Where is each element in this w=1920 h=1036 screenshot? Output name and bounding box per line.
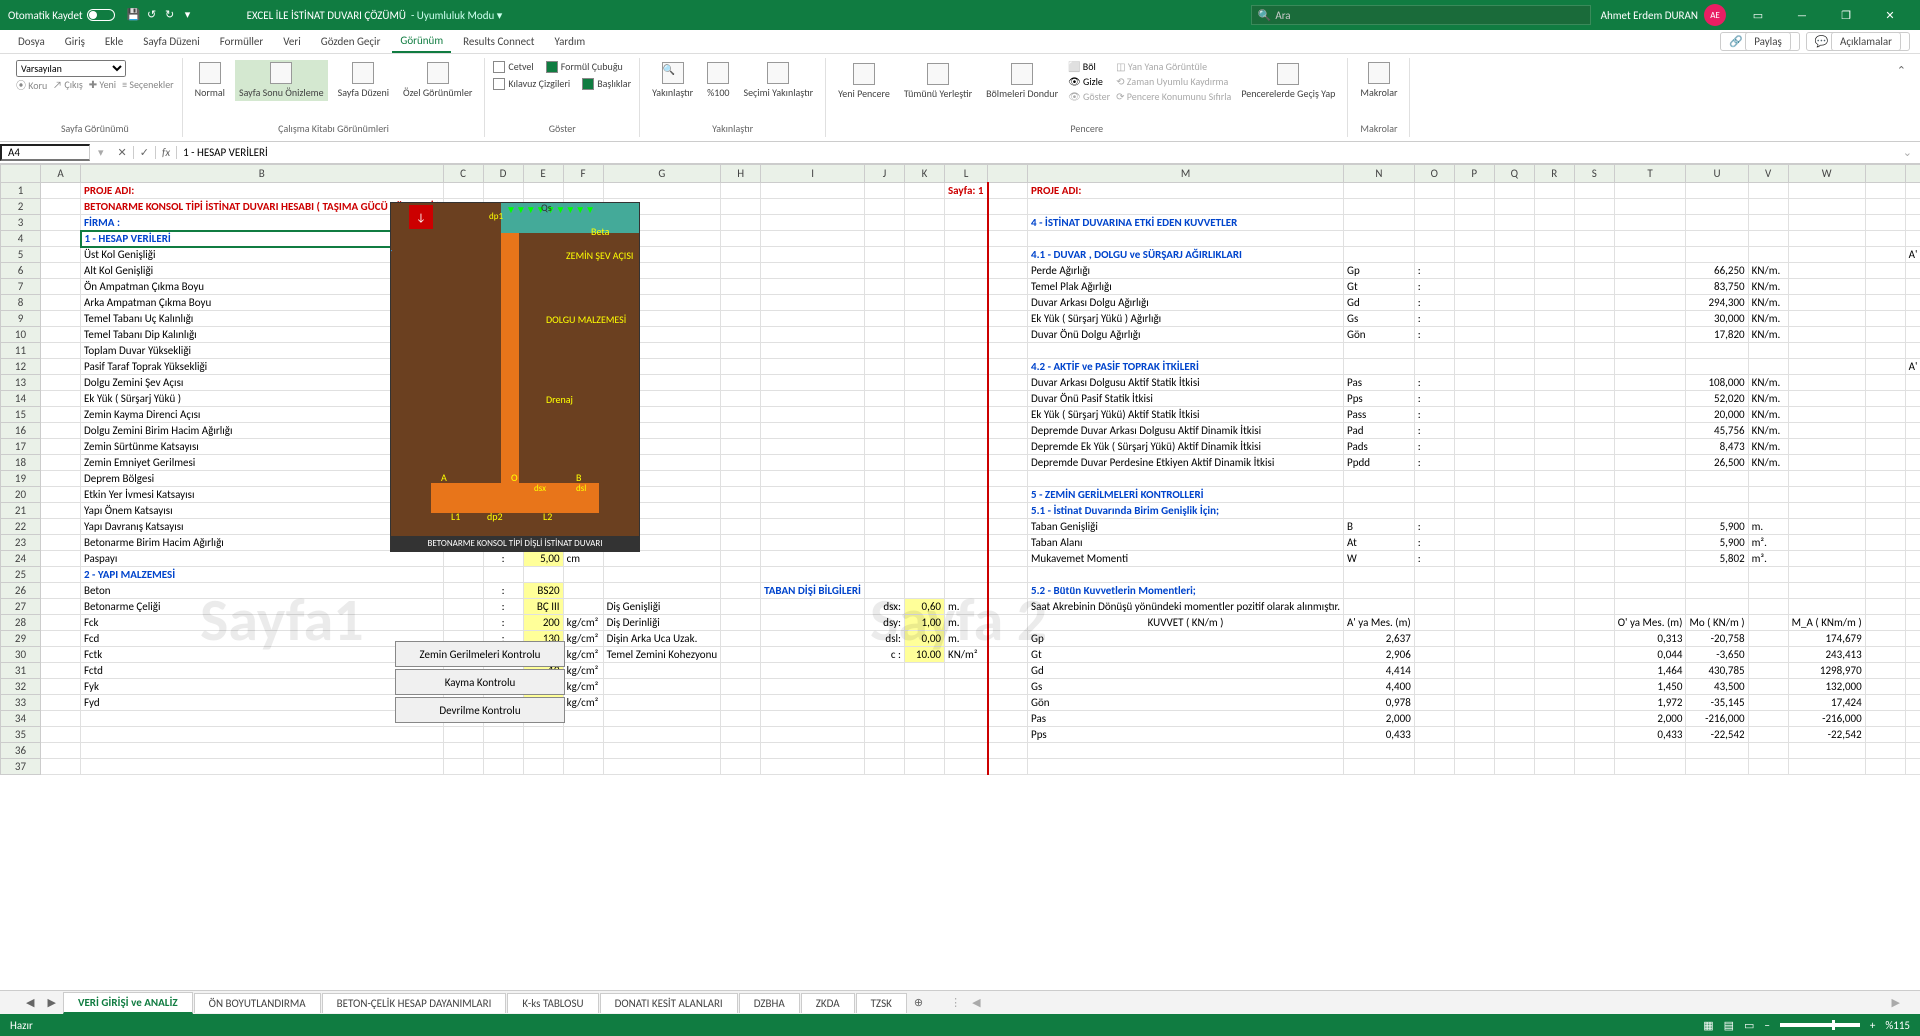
zoom-button[interactable]: 🔍Yakınlaştır (648, 60, 697, 101)
sheet-view-dd[interactable]: Varsayılan (16, 60, 126, 77)
title-bar: Otomatik Kaydet 💾↺↻▾ EXCEL İLE İSTİNAT D… (0, 0, 1920, 30)
view-normal-icon[interactable]: ▦ (1703, 1019, 1713, 1032)
comments-button[interactable]: 💬 Açıklamalar (1806, 32, 1910, 51)
tab-veri-girisi[interactable]: VERİ GİRİŞİ ve ANALİZ (63, 992, 193, 1014)
search-icon: 🔍 (1258, 9, 1272, 22)
avatar: AE (1704, 4, 1726, 26)
zoom-level[interactable]: %115 (1885, 1019, 1910, 1032)
quick-access[interactable]: 💾↺↻▾ (125, 6, 197, 24)
zoom-selection-button[interactable]: Seçimi Yakınlaştır (739, 60, 817, 101)
collapse-ribbon-icon[interactable]: ⌃ (1891, 58, 1912, 137)
freeze-panes-button[interactable]: Bölmeleri Dondur (982, 61, 1062, 102)
page-layout-button[interactable]: Sayfa Düzeni (334, 60, 393, 101)
menu-ekle[interactable]: Ekle (97, 31, 131, 52)
custom-views-button[interactable]: Özel Görünümler (399, 60, 476, 101)
menu-yardim[interactable]: Yardım (546, 31, 593, 52)
view-break-icon[interactable]: ▭ (1744, 1019, 1754, 1032)
window-controls[interactable]: ▭—❐✕ (1736, 0, 1912, 30)
tab-kks[interactable]: K-ks TABLOSU (507, 993, 598, 1013)
close-icon: ✕ (1868, 0, 1912, 30)
formula-input[interactable]: 1 - HESAP VERİLERİ (177, 146, 1895, 159)
menu-gozden-gecir[interactable]: Gözden Geçir (313, 31, 389, 52)
menu-gorunum[interactable]: Görünüm (392, 30, 451, 53)
formula-bar: ▾ ✕ ✓ fx 1 - HESAP VERİLERİ ⌄ (0, 142, 1920, 164)
menu-veri[interactable]: Veri (275, 31, 309, 52)
view-page-icon[interactable]: ▤ (1724, 1019, 1734, 1032)
ribbon-mode-icon: ▭ (1736, 0, 1780, 30)
status-bar: Hazır ▦ ▤ ▭ − + %115 (0, 1014, 1920, 1036)
document-title: EXCEL İLE İSTİNAT DUVARI ÇÖZÜMÜ - Uyumlu… (207, 9, 1241, 22)
tab-tzsk[interactable]: TZSK (856, 993, 907, 1013)
wall-diagram: ▼▼▼▼▼▼▼▼▼ Qs Beta ZEMİN ŞEV AÇISI DOLGU … (390, 202, 640, 552)
tab-donati[interactable]: DONATI KESİT ALANLARI (600, 993, 738, 1013)
name-box[interactable] (0, 144, 90, 161)
page-break-button[interactable]: Sayfa Sonu Önizleme (235, 60, 328, 101)
autosave-toggle[interactable]: Otomatik Kaydet (8, 9, 115, 22)
new-window-button[interactable]: Yeni Pencere (834, 61, 894, 102)
maximize-icon: ❐ (1824, 0, 1868, 30)
user-account[interactable]: Ahmet Erdem DURAN AE (1601, 4, 1726, 26)
sheet-tabs: ◀ ▶ VERİ GİRİŞİ ve ANALİZ ÖN BOYUTLANDIR… (0, 990, 1920, 1014)
zemin-button[interactable]: Zemin Gerilmeleri Kontrolu (395, 641, 565, 667)
save-icon: 💾 (125, 6, 143, 24)
tab-dzbha[interactable]: DZBHA (739, 993, 800, 1013)
menu-bar: Dosya Giriş Ekle Sayfa Düzeni Formüller … (0, 30, 1920, 54)
switch-windows-button[interactable]: Pencerelerde Geçiş Yap (1237, 61, 1339, 102)
worksheet[interactable]: Sayfa1 Sayfa 2 ABCDEFGHIJKLMNOPQRSTUVWXY… (0, 164, 1920, 990)
menu-sayfa-duzeni[interactable]: Sayfa Düzeni (135, 31, 207, 52)
tab-beton[interactable]: BETON-ÇELİK HESAP DAYANIMLARI (322, 993, 507, 1013)
search-box[interactable]: 🔍Ara (1251, 5, 1591, 25)
menu-giris[interactable]: Giriş (57, 31, 93, 52)
menu-formuller[interactable]: Formüller (212, 31, 271, 52)
control-buttons: Zemin Gerilmeleri Kontrolu Kayma Kontrol… (395, 639, 565, 725)
tab-on-boyut[interactable]: ÖN BOYUTLANDIRMA (194, 993, 321, 1013)
share-button[interactable]: 🔗 Paylaş (1720, 32, 1800, 51)
menu-dosya[interactable]: Dosya (10, 31, 53, 52)
macros-button[interactable]: Makrolar (1356, 60, 1401, 101)
zoom-out-icon[interactable]: − (1764, 1019, 1769, 1032)
cancel-icon[interactable]: ✕ (112, 146, 134, 159)
enter-icon[interactable]: ✓ (134, 146, 156, 159)
arrange-all-button[interactable]: Tümünü Yerleştir (900, 61, 976, 102)
zoom-in-icon[interactable]: + (1870, 1019, 1875, 1032)
ribbon: Varsayılan ⦿ Koru ↗ Çıkış ✚ Yeni ≡ Seçen… (0, 54, 1920, 142)
menu-results[interactable]: Results Connect (455, 31, 542, 52)
minimize-icon: — (1780, 0, 1824, 30)
kayma-button[interactable]: Kayma Kontrolu (395, 669, 565, 695)
normal-view-button[interactable]: Normal (191, 60, 229, 101)
new-sheet-icon[interactable]: ⊕ (908, 996, 929, 1009)
devrilme-button[interactable]: Devrilme Kontrolu (395, 697, 565, 723)
fx-icon[interactable]: fx (156, 146, 177, 159)
tab-zkda[interactable]: ZKDA (801, 993, 855, 1013)
zoom-100-button[interactable]: %100 (703, 60, 733, 101)
